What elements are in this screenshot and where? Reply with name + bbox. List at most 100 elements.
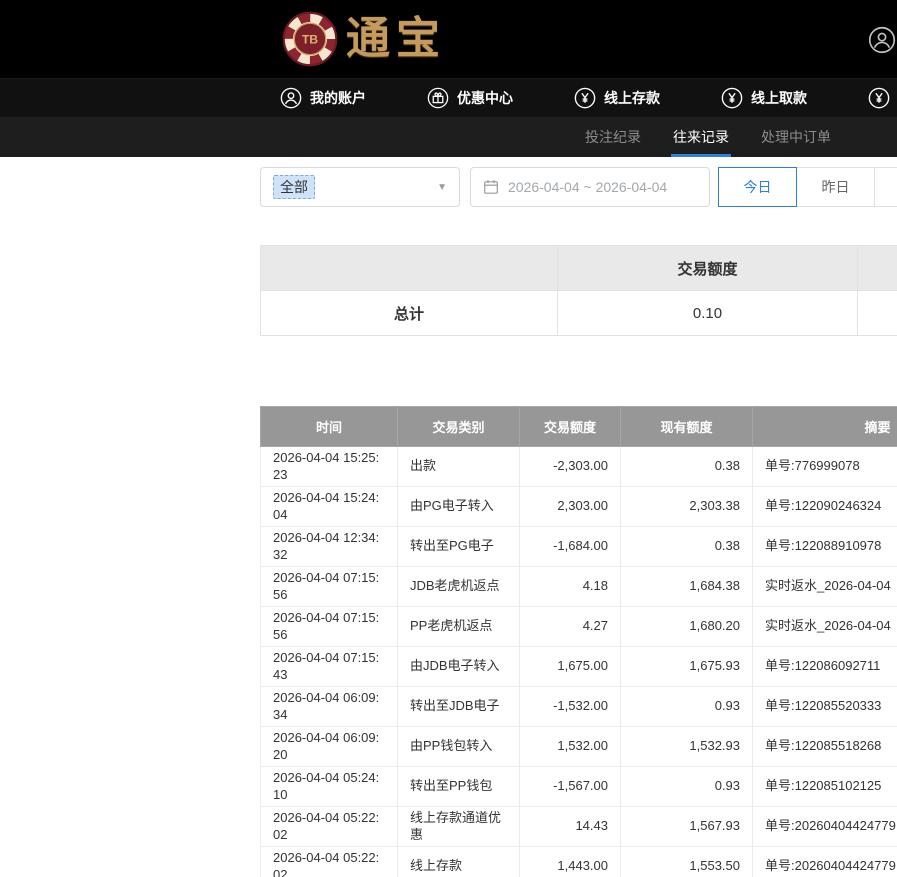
cell-summary: 单号:122085520333 [753, 687, 897, 727]
table-row: 2026-04-04 05:22:02线上存款1,443.001,553.50单… [261, 847, 897, 877]
nav-item-my-account[interactable]: 我的账户 [280, 87, 366, 109]
cell-type: 转出至PG电子 [398, 527, 520, 567]
nav-item-online-deposit[interactable]: 线上存款 [574, 87, 660, 109]
gift-icon [427, 87, 449, 109]
cell-time: 2026-04-04 07:15:56 [261, 607, 398, 647]
cell-balance: 1,532.93 [621, 727, 753, 767]
nav-label: 线上存款 [604, 88, 660, 108]
cell-type: 由JDB电子转入 [398, 647, 520, 687]
cell-amount: -2,303.00 [520, 447, 621, 487]
tab-bet-records[interactable]: 投注纪录 [585, 117, 641, 157]
cell-balance: 1,675.93 [621, 647, 753, 687]
cell-time: 2026-04-04 12:34:32 [261, 527, 398, 567]
nav-item-transfer[interactable] [868, 87, 897, 109]
table-row: 2026-04-04 12:34:32转出至PG电子-1,684.000.38单… [261, 527, 897, 567]
nav-item-promo-center[interactable]: 优惠中心 [427, 87, 513, 109]
cell-time: 2026-04-04 06:09:34 [261, 687, 398, 727]
col-type: 交易类别 [398, 407, 520, 447]
today-button[interactable]: 今日 [718, 167, 797, 207]
cell-time: 2026-04-04 15:25:23 [261, 447, 398, 487]
cell-amount: 14.43 [520, 807, 621, 847]
cell-amount: -1,684.00 [520, 527, 621, 567]
cell-summary: 单号:122085102125 [753, 767, 897, 807]
cell-balance: 1,680.20 [621, 607, 753, 647]
type-select-value: 全部 [273, 175, 315, 199]
quick-button-clipped[interactable] [874, 167, 897, 207]
cell-amount: 4.27 [520, 607, 621, 647]
cell-type: 由PP钱包转入 [398, 727, 520, 767]
summary-header-empty [261, 246, 558, 291]
account-avatar-icon[interactable] [868, 26, 896, 54]
brand-logo[interactable]: TB 通宝 [282, 11, 446, 67]
cell-type: 出款 [398, 447, 520, 487]
cell-time: 2026-04-04 05:24:10 [261, 767, 398, 807]
table-row: 2026-04-04 07:15:56JDB老虎机返点4.181,684.38实… [261, 567, 897, 607]
table-row: 2026-04-04 06:09:34转出至JDB电子-1,532.000.93… [261, 687, 897, 727]
table-row: 2026-04-04 05:22:02线上存款通道优惠14.431,567.93… [261, 807, 897, 847]
cell-summary: 单号:122088910978 [753, 527, 897, 567]
cell-summary: 单号:20260404424779 [753, 847, 897, 877]
nav-item-online-withdraw[interactable]: 线上取款 [721, 87, 807, 109]
cell-type: 线上存款 [398, 847, 520, 877]
cell-amount: 1,675.00 [520, 647, 621, 687]
summary-value-clipped [858, 291, 897, 336]
type-select[interactable]: 全部 ▼ [260, 167, 460, 207]
tab-processing-orders[interactable]: 处理中订单 [761, 117, 831, 157]
table-row: 2026-04-04 06:09:20由PP钱包转入1,532.001,532.… [261, 727, 897, 767]
cell-time: 2026-04-04 06:09:20 [261, 727, 398, 767]
summary-header-amount: 交易额度 [558, 246, 858, 291]
cell-type: 由PG电子转入 [398, 487, 520, 527]
cell-type: JDB老虎机返点 [398, 567, 520, 607]
cell-balance: 2,303.38 [621, 487, 753, 527]
table-row: 2026-04-04 07:15:43由JDB电子转入1,675.001,675… [261, 647, 897, 687]
nav-label: 我的账户 [310, 88, 366, 108]
transactions-table: 时间 交易类别 交易额度 现有额度 摘要 2026-04-04 15:25:23… [260, 406, 897, 877]
cell-balance: 0.93 [621, 767, 753, 807]
main-nav: 我的账户 优惠中心 线上存款 线上取款 [0, 78, 897, 117]
cell-balance: 0.38 [621, 447, 753, 487]
page: TB 通宝 我的账户 优 [0, 0, 897, 877]
col-summary: 摘要 [753, 407, 897, 447]
cell-amount: 2,303.00 [520, 487, 621, 527]
chevron-down-icon: ▼ [437, 182, 447, 193]
date-range-input[interactable]: 2026-04-04 ~ 2026-04-04 [470, 167, 710, 207]
table-row: 2026-04-04 07:15:56PP老虎机返点4.271,680.20实时… [261, 607, 897, 647]
filter-row: 全部 ▼ 2026-04-04 ~ 2026-04-04 今日 昨日 [260, 167, 897, 207]
table-row: 2026-04-04 15:25:23出款-2,303.000.38单号:776… [261, 447, 897, 487]
col-time: 时间 [261, 407, 398, 447]
content-area: 全部 ▼ 2026-04-04 ~ 2026-04-04 今日 昨日 [260, 157, 897, 877]
cell-balance: 0.93 [621, 687, 753, 727]
calendar-icon [483, 179, 499, 195]
cell-summary: 单号:122086092711 [753, 647, 897, 687]
table-row: 2026-04-04 05:24:10转出至PP钱包-1,567.000.93单… [261, 767, 897, 807]
withdraw-coin-icon [721, 87, 743, 109]
deposit-coin-icon [574, 87, 596, 109]
cell-amount: -1,532.00 [520, 687, 621, 727]
cell-balance: 0.38 [621, 527, 753, 567]
col-balance: 现有额度 [621, 407, 753, 447]
cell-time: 2026-04-04 05:22:02 [261, 807, 398, 847]
cell-summary: 实时返水_2026-04-04 [753, 567, 897, 607]
cell-amount: 1,443.00 [520, 847, 621, 877]
cell-type: 转出至PP钱包 [398, 767, 520, 807]
cell-time: 2026-04-04 15:24:04 [261, 487, 398, 527]
cell-type: 转出至JDB电子 [398, 687, 520, 727]
col-amount: 交易额度 [520, 407, 621, 447]
summary-total-label: 总计 [261, 291, 558, 336]
quick-date-buttons: 今日 昨日 [718, 167, 897, 207]
transactions-header-row: 时间 交易类别 交易额度 现有额度 摘要 [261, 407, 897, 447]
summary-table: 交易额度 总计 0.10 [260, 245, 897, 336]
cell-type: 线上存款通道优惠 [398, 807, 520, 847]
cell-time: 2026-04-04 05:22:02 [261, 847, 398, 877]
record-tabbar: 投注纪录 往来记录 处理中订单 [0, 117, 897, 157]
cell-summary: 单号:122085518268 [753, 727, 897, 767]
date-range-value: 2026-04-04 ~ 2026-04-04 [508, 179, 667, 195]
cell-type: PP老虎机返点 [398, 607, 520, 647]
nav-label: 线上取款 [751, 88, 807, 108]
summary-row: 总计 0.10 [261, 291, 897, 336]
cell-balance: 1,567.93 [621, 807, 753, 847]
yesterday-button[interactable]: 昨日 [796, 167, 875, 207]
tab-transaction-records[interactable]: 往来记录 [673, 117, 729, 157]
cell-summary: 实时返水_2026-04-04 [753, 607, 897, 647]
cell-balance: 1,684.38 [621, 567, 753, 607]
